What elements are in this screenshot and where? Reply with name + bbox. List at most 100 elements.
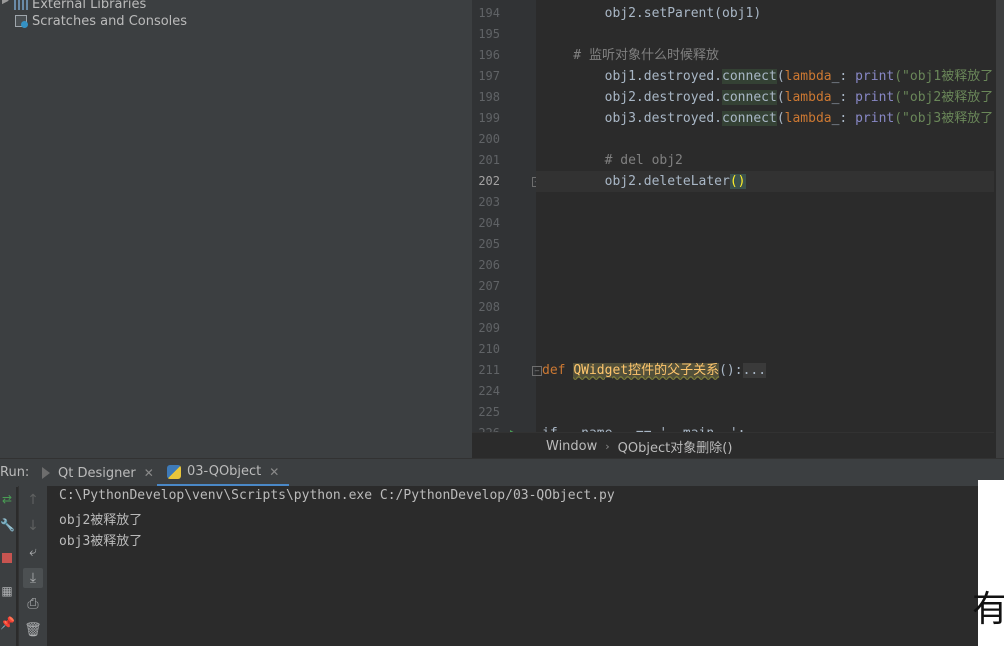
scroll-to-end-icon[interactable]: ⤓ [23, 568, 43, 588]
code-token: _: [831, 90, 856, 105]
code-editor[interactable]: 194 195 196 197 198 199 200 201 202 − 203 204 205 206… [472, 0, 1004, 458]
code-token: ( [776, 111, 785, 126]
line-number: 199 [478, 111, 500, 125]
print-builtin: print [855, 90, 895, 105]
breadcrumb-item-method[interactable]: QObject对象删除() [618, 437, 733, 456]
code-token: obj2.deleteLater [542, 174, 730, 189]
pin-icon[interactable]: 📌 [0, 616, 15, 630]
print-icon[interactable]: ⎙ [23, 594, 43, 614]
console-output[interactable]: C:\PythonDevelop\venv\Scripts\python.exe… [47, 486, 1004, 646]
function-name: QWidget控件的父子关系 [573, 363, 720, 378]
expand-arrow-icon[interactable]: ▶ [2, 0, 9, 6]
stop-icon[interactable] [0, 552, 14, 566]
tab-label: Qt Designer [58, 465, 136, 481]
trash-icon[interactable]: 🗑 [23, 620, 43, 640]
connect-call: connect [722, 111, 777, 126]
close-icon[interactable]: ✕ [144, 466, 154, 480]
string-literal: ("obj3被释放了 [894, 111, 994, 126]
line-number: 195 [478, 27, 500, 41]
arrow-up-icon[interactable]: ↑ [23, 490, 43, 510]
code-token: ( [776, 69, 785, 84]
code-line[interactable]: obj3.destroyed.connect(lambda_: print("o… [542, 108, 993, 129]
connect-call: connect [722, 90, 777, 105]
layout-icon[interactable]: ▦ [0, 584, 14, 598]
code-token: obj2.destroyed. [542, 90, 723, 105]
line-number: 206 [478, 258, 500, 272]
code-line[interactable]: # 监听对象什么时候释放 [542, 45, 719, 66]
run-toolbar-primary: ⇄ 🔧 ▦ 📌 [0, 486, 16, 646]
overlay-character: 有 [972, 589, 1004, 630]
qt-designer-icon [42, 467, 50, 479]
line-number: 203 [478, 195, 500, 209]
line-number: 209 [478, 321, 500, 335]
connect-call: connect [722, 69, 777, 84]
comment: # 监听对象什么时候释放 [542, 48, 719, 63]
scratches-icon [14, 14, 28, 28]
code-token: ( [776, 90, 785, 105]
code-token: _: [831, 69, 856, 84]
line-number: 200 [478, 132, 500, 146]
tree-item-label: Scratches and Consoles [32, 13, 188, 29]
code-token: obj3.destroyed. [542, 111, 723, 126]
close-icon[interactable]: ✕ [269, 465, 279, 479]
wrench-icon[interactable]: 🔧 [0, 518, 15, 532]
breadcrumb-item-window[interactable]: Window [546, 439, 597, 454]
comment: # del obj2 [542, 153, 683, 168]
rerun-icon[interactable]: ⇄ [0, 492, 14, 506]
line-number: 225 [478, 405, 500, 419]
string-literal: ("obj1被释放了 [894, 69, 994, 84]
line-number: 204 [478, 216, 500, 230]
code-line[interactable]: # del obj2 [542, 150, 683, 171]
code-token: _: [831, 111, 856, 126]
print-builtin: print [855, 111, 895, 126]
code-line[interactable]: obj2.setParent(obj1) [542, 3, 762, 24]
scrollbar-thumb[interactable] [996, 0, 1004, 458]
code-area[interactable]: obj2.setParent(obj1) # 监听对象什么时候释放 obj1.d… [536, 0, 1004, 441]
chevron-right-icon: › [605, 439, 610, 453]
def-keyword: def [542, 363, 574, 378]
line-number: 208 [478, 300, 500, 314]
code-line[interactable]: def QWidget控件的父子关系():... [542, 360, 767, 381]
tab-label: 03-QObject [187, 464, 262, 479]
line-number: 210 [478, 342, 500, 356]
code-token: obj2.setParent(obj1) [542, 6, 762, 21]
matched-brackets: () [729, 174, 746, 189]
folded-code: ... [742, 363, 767, 378]
console-line: obj3被释放了 [59, 534, 143, 549]
soft-wrap-icon[interactable]: ⤶ [23, 542, 43, 562]
library-icon [14, 0, 28, 10]
code-line[interactable]: obj1.destroyed.connect(lambda_: print("o… [542, 66, 993, 87]
arrow-down-icon[interactable]: ↓ [23, 516, 43, 536]
string-literal: ("obj2被释放了 [894, 90, 994, 105]
breadcrumb: Window › QObject对象删除() [472, 432, 1004, 458]
tab-03-qobject[interactable]: 03-QObject ✕ [157, 459, 290, 487]
python-icon [167, 464, 181, 479]
lambda-keyword: lambda [784, 69, 832, 84]
project-panel: ▶ External Libraries Scratches and Conso… [0, 0, 472, 458]
fold-icon[interactable]: − [532, 366, 542, 376]
console-line: obj2被释放了 [59, 513, 143, 528]
editor-scrollbar[interactable] [994, 0, 1004, 458]
run-tab-bar: Run: Qt Designer ✕ 03-QObject ✕ [0, 458, 1004, 487]
line-number: 197 [478, 69, 500, 83]
line-number: 196 [478, 48, 500, 62]
lambda-keyword: lambda [784, 90, 832, 105]
line-number-gutter: 194 195 196 197 198 199 200 201 202 − 203 204 205 206… [472, 0, 542, 440]
code-token: obj1.destroyed. [542, 69, 723, 84]
tab-qt-designer[interactable]: Qt Designer ✕ [42, 459, 154, 487]
code-line[interactable]: obj2.deleteLater() [536, 171, 1004, 192]
code-token: (): [719, 363, 743, 378]
line-number: 224 [478, 384, 500, 398]
lambda-keyword: lambda [784, 111, 832, 126]
overlay-white-strip: 有 [972, 480, 1004, 646]
code-line[interactable]: obj2.destroyed.connect(lambda_: print("o… [542, 87, 993, 108]
run-label: Run: [0, 465, 30, 480]
line-number: 207 [478, 279, 500, 293]
line-number: 198 [478, 90, 500, 104]
tree-item-scratches[interactable]: Scratches and Consoles [14, 12, 187, 30]
print-builtin: print [855, 69, 895, 84]
tree-item-label: External Libraries [32, 0, 147, 12]
run-toolbar-secondary: ↑ ↓ ⤶ ⤓ ⎙ 🗑 [18, 486, 47, 646]
line-number: 201 [478, 153, 500, 167]
line-number: 211 [478, 363, 500, 377]
